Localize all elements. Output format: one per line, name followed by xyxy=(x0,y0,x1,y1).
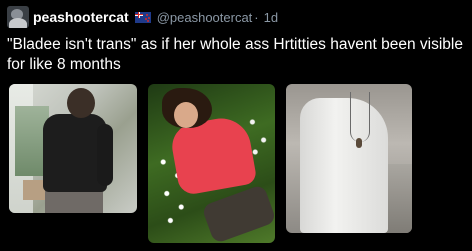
separator-dot: · xyxy=(254,9,259,25)
avatar-body-shape xyxy=(9,18,27,28)
photo-white-shirt xyxy=(300,98,388,233)
photo-person-arm xyxy=(97,124,113,186)
tweet-text: "Bladee isn't trans" as if her whole ass… xyxy=(7,36,463,73)
media-photo-3[interactable] xyxy=(286,84,412,233)
timestamp[interactable]: 1d xyxy=(264,10,278,25)
australia-flag-icon xyxy=(134,11,151,23)
display-name[interactable]: peashootercat xyxy=(33,9,129,25)
flag-star xyxy=(145,13,148,16)
tweet-header: peashootercat @peashootercat · 1d xyxy=(7,4,278,30)
photo-face-shape xyxy=(174,102,198,128)
photo-pendant xyxy=(356,138,362,148)
photo-pants-shape xyxy=(201,183,275,243)
avatar[interactable] xyxy=(7,6,29,28)
media-photo-2[interactable] xyxy=(148,84,275,243)
photo-chain-necklace xyxy=(350,92,370,142)
flag-union-jack xyxy=(134,11,143,18)
user-handle[interactable]: @peashootercat xyxy=(157,10,253,25)
media-photo-1[interactable] xyxy=(9,84,137,213)
flag-star xyxy=(147,16,150,19)
tweet-card[interactable]: peashootercat @peashootercat · 1d "Blade… xyxy=(0,0,472,251)
flag-star xyxy=(146,19,149,22)
flag-star xyxy=(144,17,147,20)
photo-person-head xyxy=(67,88,95,118)
